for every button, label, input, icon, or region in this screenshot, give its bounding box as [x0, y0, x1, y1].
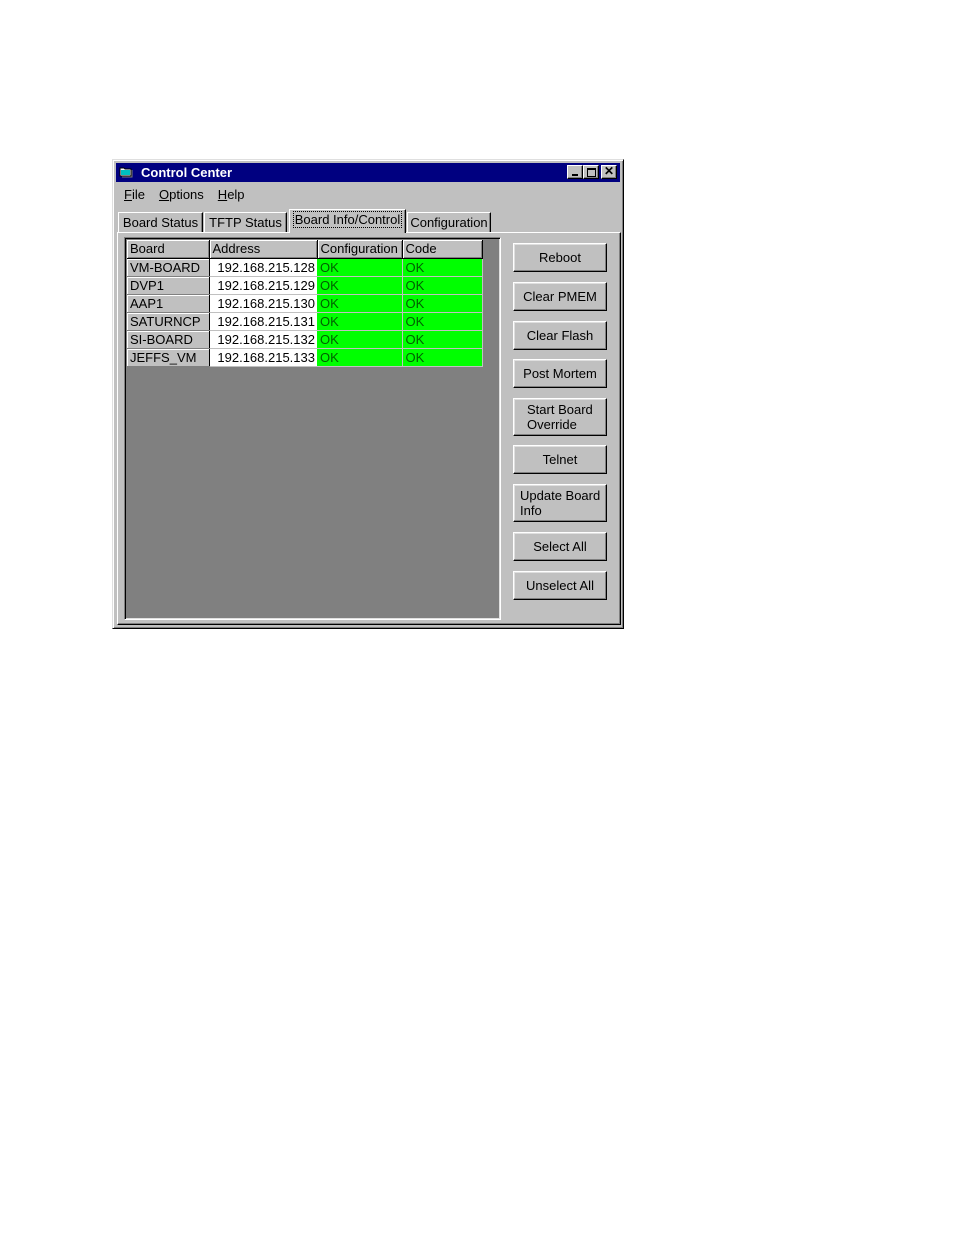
- menu-help[interactable]: Help: [211, 185, 252, 205]
- menu-file-rest: ile: [131, 187, 145, 202]
- cell-address: 192.168.215.133: [209, 348, 317, 367]
- board-table: Board Address Configuration Code VM-BOAR…: [127, 240, 483, 367]
- cell-code-status: OK: [402, 348, 483, 367]
- cell-code-status: OK: [402, 276, 483, 295]
- maximize-icon: [587, 168, 596, 177]
- start-board-override-button[interactable]: Start Board Override: [513, 398, 607, 436]
- cell-configuration-status: OK: [317, 312, 403, 331]
- tab-tftp-status[interactable]: TFTP Status: [204, 212, 287, 232]
- cell-address: 192.168.215.132: [209, 330, 317, 349]
- menu-bar: File Options Help: [117, 185, 252, 205]
- menu-file[interactable]: File: [117, 185, 152, 205]
- menu-file-accel: F: [124, 187, 132, 202]
- update-board-info-button[interactable]: Update Board Info: [513, 484, 607, 522]
- tab-label: TFTP Status: [209, 215, 282, 230]
- cell-board[interactable]: DVP1: [127, 276, 210, 295]
- cell-board[interactable]: VM-BOARD: [127, 258, 210, 277]
- cell-configuration-status: OK: [317, 348, 403, 367]
- folder-app-icon: [119, 167, 133, 178]
- board-grid[interactable]: Board Address Configuration Code VM-BOAR…: [124, 237, 501, 620]
- cell-address: 192.168.215.129: [209, 276, 317, 295]
- menu-help-rest: elp: [227, 187, 245, 202]
- table-row[interactable]: JEFFS_VM 192.168.215.133 OK OK: [127, 348, 483, 367]
- cell-configuration-status: OK: [317, 258, 403, 277]
- cell-address: 192.168.215.131: [209, 312, 317, 331]
- cell-board[interactable]: AAP1: [127, 294, 210, 313]
- table-row[interactable]: DVP1 192.168.215.129 OK OK: [127, 276, 483, 295]
- close-button[interactable]: ✕: [601, 164, 617, 179]
- minimize-icon: [572, 174, 578, 176]
- cell-code-status: OK: [402, 312, 483, 331]
- cell-board[interactable]: SI-BOARD: [127, 330, 210, 349]
- cell-code-status: OK: [402, 294, 483, 313]
- cell-address: 192.168.215.128: [209, 258, 317, 277]
- clear-flash-button[interactable]: Clear Flash: [513, 321, 607, 350]
- table-header-row: Board Address Configuration Code: [127, 240, 483, 259]
- table-row[interactable]: AAP1 192.168.215.130 OK OK: [127, 294, 483, 313]
- tab-configuration[interactable]: Configuration: [407, 212, 491, 232]
- cell-board[interactable]: SATURNCP: [127, 312, 210, 331]
- col-header-address[interactable]: Address: [209, 240, 318, 259]
- tab-label: Board Status: [122, 215, 199, 230]
- tab-label: Configuration: [410, 215, 488, 230]
- cell-configuration-status: OK: [317, 330, 403, 349]
- title-bar[interactable]: Control Center ✕: [116, 163, 620, 182]
- menu-options-accel: O: [158, 187, 170, 202]
- cell-code-status: OK: [402, 258, 483, 277]
- post-mortem-button[interactable]: Post Mortem: [513, 359, 607, 388]
- col-header-configuration[interactable]: Configuration: [317, 240, 403, 259]
- telnet-button[interactable]: Telnet: [513, 445, 607, 474]
- menu-options-rest: ptions: [169, 187, 204, 202]
- tab-label: Board Info/Control: [292, 211, 403, 228]
- table-row[interactable]: SI-BOARD 192.168.215.132 OK OK: [127, 330, 483, 349]
- unselect-all-button[interactable]: Unselect All: [513, 571, 607, 600]
- table-row[interactable]: SATURNCP 192.168.215.131 OK OK: [127, 312, 483, 331]
- window-title: Control Center: [141, 165, 232, 180]
- button-line-2: Override: [527, 417, 577, 432]
- close-icon: ✕: [603, 164, 615, 178]
- cell-configuration-status: OK: [317, 294, 403, 313]
- col-header-code[interactable]: Code: [402, 240, 483, 259]
- minimize-button[interactable]: [567, 165, 583, 179]
- tab-board-status[interactable]: Board Status: [118, 212, 203, 232]
- board-info-panel: Board Address Configuration Code VM-BOAR…: [117, 232, 621, 625]
- button-line-2: Info: [520, 503, 542, 518]
- menu-options[interactable]: Options: [152, 185, 211, 205]
- button-line-1: Start Board: [527, 402, 593, 417]
- maximize-button[interactable]: [583, 165, 599, 179]
- clear-pmem-button[interactable]: Clear PMEM: [513, 282, 607, 311]
- control-center-window: Control Center ✕ File Options Help Board…: [112, 159, 624, 629]
- select-all-button[interactable]: Select All: [513, 532, 607, 561]
- cell-board[interactable]: JEFFS_VM: [127, 348, 210, 367]
- menu-help-accel: H: [217, 187, 228, 202]
- reboot-button[interactable]: Reboot: [513, 243, 607, 272]
- cell-configuration-status: OK: [317, 276, 403, 295]
- cell-code-status: OK: [402, 330, 483, 349]
- table-row[interactable]: VM-BOARD 192.168.215.128 OK OK: [127, 258, 483, 277]
- col-header-board[interactable]: Board: [127, 240, 210, 259]
- cell-address: 192.168.215.130: [209, 294, 317, 313]
- tab-board-info-control[interactable]: Board Info/Control: [289, 209, 406, 233]
- button-line-1: Update Board: [520, 488, 601, 503]
